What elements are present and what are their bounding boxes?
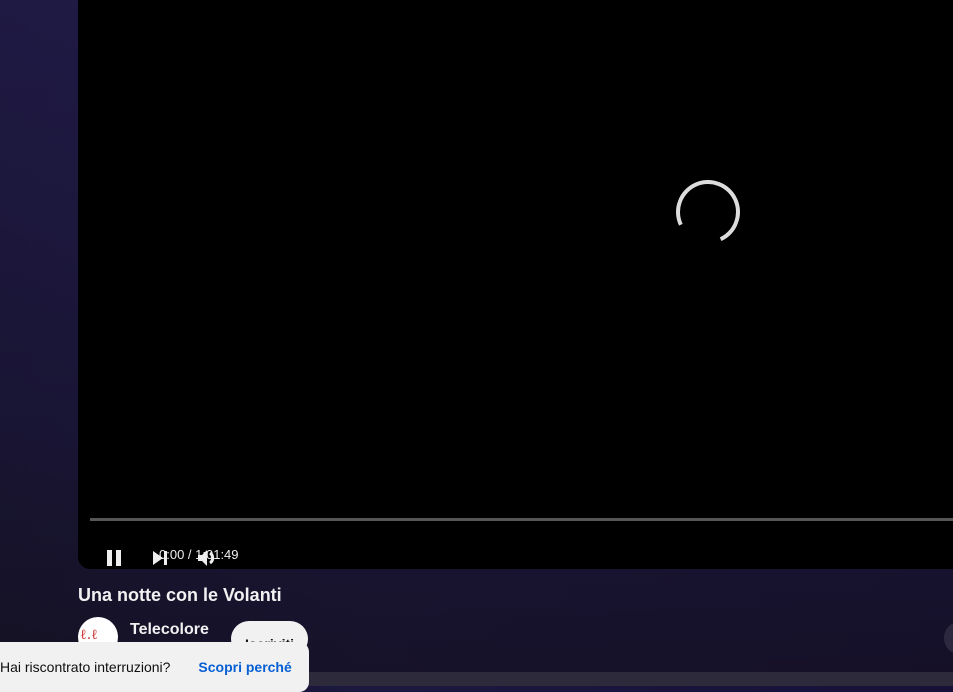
interruption-toast: Hai riscontrato interruzioni? Scopri per… [0, 642, 309, 692]
channel-name[interactable]: Telecolore [130, 621, 209, 639]
progress-bar[interactable] [90, 518, 953, 521]
time-display: 0:00 / 1:01:49 [159, 547, 239, 562]
video-title: Una notte con le Volanti [78, 585, 282, 605]
toast-message: Hai riscontrato interruzioni? [0, 659, 171, 675]
learn-why-link[interactable]: Scopri perché [198, 659, 291, 675]
video-player[interactable] [78, 0, 953, 569]
pause-button[interactable] [100, 544, 128, 572]
pause-icon [107, 550, 121, 566]
loading-spinner-icon [666, 170, 750, 254]
